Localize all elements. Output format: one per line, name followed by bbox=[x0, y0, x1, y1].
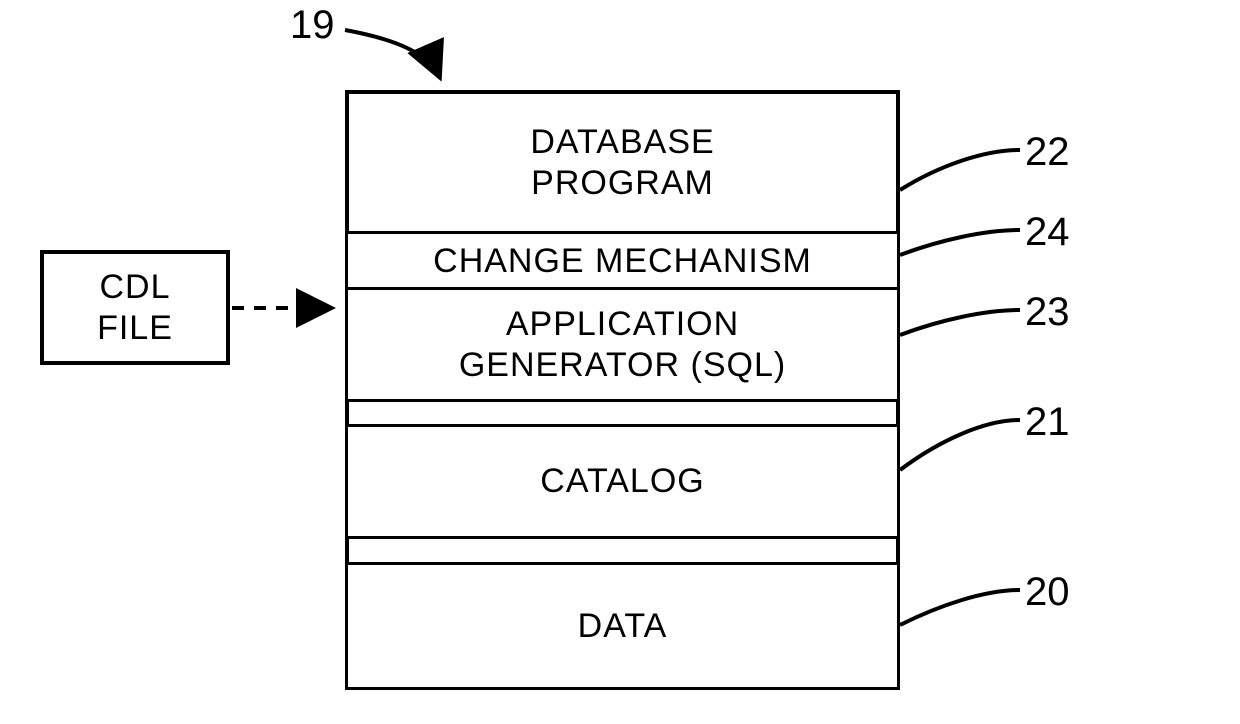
ref-label-21: 21 bbox=[1025, 400, 1070, 445]
cdl-file-line1: CDL bbox=[99, 267, 170, 308]
stack-row2-line2: GENERATOR (SQL) bbox=[459, 345, 786, 386]
stack-row1-line1: CHANGE MECHANISM bbox=[433, 241, 812, 282]
cdl-file-box: CDL FILE bbox=[40, 250, 230, 365]
stack-row-data: DATA bbox=[345, 562, 900, 690]
leader-23 bbox=[900, 310, 1020, 335]
ref-label-22: 22 bbox=[1025, 130, 1070, 175]
stack-row4-line1: DATA bbox=[578, 606, 668, 647]
stack-row-database-program: DATABASE PROGRAM bbox=[345, 90, 900, 235]
arrow-19-to-stack bbox=[345, 30, 440, 78]
stack-row0-line2: PROGRAM bbox=[531, 163, 714, 204]
stack-row-catalog: CATALOG bbox=[345, 424, 900, 539]
diagram-canvas: CDL FILE DATABASE PROGRAM CHANGE MECHANI… bbox=[0, 0, 1240, 724]
leader-24 bbox=[900, 230, 1020, 255]
stack-row3-line1: CATALOG bbox=[540, 461, 704, 502]
ref-label-20: 20 bbox=[1025, 570, 1070, 615]
stack-row0-line1: DATABASE bbox=[530, 122, 714, 163]
stack-container: DATABASE PROGRAM CHANGE MECHANISM APPLIC… bbox=[345, 90, 900, 690]
stack-row2-line1: APPLICATION bbox=[506, 304, 739, 345]
cdl-file-line2: FILE bbox=[97, 308, 173, 349]
ref-label-19: 19 bbox=[290, 3, 335, 48]
leader-22 bbox=[900, 150, 1020, 190]
leader-21 bbox=[900, 420, 1020, 470]
ref-label-23: 23 bbox=[1025, 290, 1070, 335]
stack-row-change-mechanism: CHANGE MECHANISM bbox=[345, 231, 900, 291]
leader-20 bbox=[900, 590, 1020, 625]
ref-label-24: 24 bbox=[1025, 210, 1070, 255]
stack-row-app-generator: APPLICATION GENERATOR (SQL) bbox=[345, 287, 900, 402]
